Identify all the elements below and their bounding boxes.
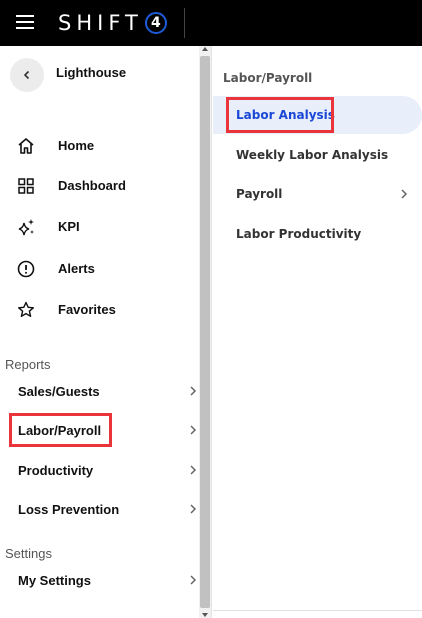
chevron-right-icon xyxy=(190,425,197,435)
sidebar-item-productivity[interactable]: Productivity xyxy=(0,454,199,486)
nav-item-alerts[interactable]: Alerts xyxy=(0,251,199,287)
top-bar: SHIFT 4 xyxy=(0,0,422,46)
submenu-item-weekly-labor-analysis[interactable]: Weekly Labor Analysis xyxy=(213,136,422,174)
sidebar-item-my-settings[interactable]: My Settings xyxy=(0,564,199,596)
sidebar-scrollbar[interactable] xyxy=(199,46,211,618)
submenu-item-label: Payroll xyxy=(236,187,283,201)
panel-bottom-divider xyxy=(213,610,422,611)
sidebar-item-label: Productivity xyxy=(18,463,94,478)
nav-item-dashboard[interactable]: Dashboard xyxy=(0,168,199,204)
brand-text: SHIFT xyxy=(58,11,143,35)
nav-item-label: Alerts xyxy=(58,261,95,276)
submenu-item-label: Labor Productivity xyxy=(236,227,362,241)
nav-item-home[interactable]: Home xyxy=(0,128,199,164)
submenu-item-labor-productivity[interactable]: Labor Productivity xyxy=(213,215,422,253)
panel-divider xyxy=(211,46,212,618)
highlight-box-labor-analysis xyxy=(226,97,334,133)
topbar-divider xyxy=(184,8,185,38)
scroll-down-arrow-icon[interactable] xyxy=(202,613,208,617)
chevron-right-icon xyxy=(190,386,197,396)
dashboard-grid-icon xyxy=(18,178,34,194)
submenu-item-payroll[interactable]: Payroll xyxy=(213,175,422,213)
chevron-right-icon xyxy=(401,189,408,199)
nav-item-favorites[interactable]: Favorites xyxy=(0,292,199,328)
sidebar-item-label: My Settings xyxy=(18,573,91,588)
sparkle-icon xyxy=(18,219,34,236)
highlight-box-labor-payroll xyxy=(9,413,112,447)
submenu-item-label: Weekly Labor Analysis xyxy=(236,148,389,162)
reports-section-title: Reports xyxy=(5,357,51,372)
sidebar-item-sales-guests[interactable]: Sales/Guests xyxy=(0,375,199,407)
star-icon xyxy=(18,301,34,317)
nav-item-label: Favorites xyxy=(58,302,116,317)
back-button[interactable] xyxy=(10,58,44,92)
brand-logo: SHIFT 4 xyxy=(58,11,167,35)
nav-item-label: KPI xyxy=(58,219,80,234)
home-icon xyxy=(18,138,34,154)
chevron-right-icon xyxy=(190,575,197,585)
chevron-right-icon xyxy=(190,465,197,475)
scroll-up-arrow-icon[interactable] xyxy=(202,47,208,51)
submenu-title: Labor/Payroll xyxy=(223,71,313,85)
chevron-right-icon xyxy=(190,504,197,514)
nav-item-label: Home xyxy=(58,138,95,153)
hamburger-menu-icon[interactable] xyxy=(16,15,34,29)
brand-badge: 4 xyxy=(144,12,167,34)
sidebar-item-loss-prevention[interactable]: Loss Prevention xyxy=(0,493,199,525)
sidebar-item-label: Sales/Guests xyxy=(18,384,100,399)
app-name: Lighthouse xyxy=(56,65,127,80)
chevron-left-icon xyxy=(23,70,30,80)
scroll-thumb[interactable] xyxy=(200,56,210,608)
nav-item-label: Dashboard xyxy=(58,178,126,193)
nav-item-kpi[interactable]: KPI xyxy=(0,209,199,245)
sidebar-item-label: Loss Prevention xyxy=(18,502,120,517)
settings-section-title: Settings xyxy=(5,546,52,561)
alert-circle-icon xyxy=(17,260,35,278)
